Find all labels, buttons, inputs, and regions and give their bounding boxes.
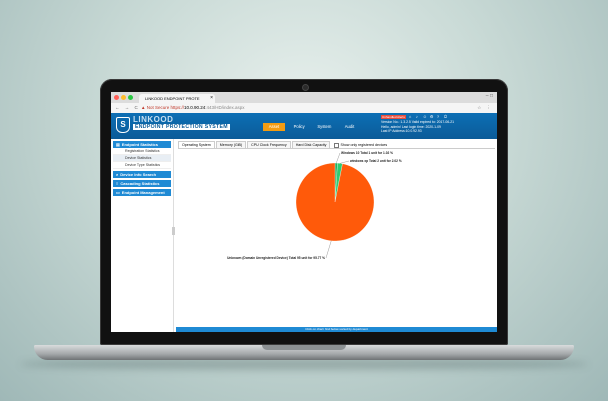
nav-asset[interactable]: Asset [263, 123, 285, 131]
app-body: ▤ Endpoint Statistics Registration Statis… [111, 139, 497, 332]
sidebar-item-label: Cascading Statistics [120, 181, 160, 186]
sidebar-subitem-registration[interactable]: Registration Statistics [113, 148, 171, 155]
main-content: Operating System Memory (GiB) CPU Clock Fr… [176, 139, 497, 332]
checkbox-box[interactable] [334, 142, 340, 148]
app-window: S LINKOOD ENDPOINT PROTECTION SYSTEM Ass… [111, 113, 497, 332]
ip-info: Last IP Address:10.0.92.93 [381, 128, 422, 133]
bell-icon[interactable]: ♪ [416, 115, 420, 119]
tab-hard-disk[interactable]: Hard Disk Capacity [291, 141, 331, 148]
sidebar-item-label: Endpoint Statistics [121, 142, 159, 147]
url-protocol: https:// [170, 105, 184, 110]
sidebar-collapse-handle[interactable] [172, 227, 175, 235]
nav-buttons[interactable]: ← → C [115, 103, 140, 113]
nav-policy[interactable]: Policy [288, 123, 310, 131]
sidebar: ▤ Endpoint Statistics Registration Statis… [111, 139, 174, 332]
pie-label-2: Unknown (Domain Unregistered Device) Tot… [227, 256, 325, 260]
pie-label-1: windows xp Total 2 unit for 2.02 % [349, 159, 402, 163]
brand-subtitle: ENDPOINT PROTECTION SYSTEM [133, 124, 230, 130]
tab-cpu-clock[interactable]: CPU Clock Frequency [247, 141, 291, 148]
top-nav: Asset Policy System Audit [263, 123, 363, 131]
browser-tab[interactable]: LINKOOD ENDPOINT PROTE × [139, 94, 215, 103]
bookmark-menu-icons[interactable]: ☆ ⋮ [477, 103, 493, 113]
logout-icon[interactable]: ⏻ [444, 115, 448, 119]
pie-slice-2[interactable] [295, 162, 375, 242]
camera-icon [302, 84, 309, 91]
gear-icon[interactable]: ⚙ [430, 115, 434, 119]
monitor-icon: ▭ [116, 190, 120, 195]
sidebar-item-endpoint-statistics[interactable]: ▤ Endpoint Statistics [113, 141, 171, 148]
browser-tabbar: LINKOOD ENDPOINT PROTE × – □ [111, 92, 497, 103]
base-notch [262, 345, 346, 350]
home-icon[interactable]: ⌂ [409, 115, 413, 119]
chart-icon: ▤ [116, 142, 120, 147]
maximize-window-icon[interactable] [128, 95, 133, 100]
window-controls[interactable]: – □ [486, 93, 493, 99]
sidebar-subitem-device[interactable]: Device Statistics [113, 155, 171, 162]
shield-logo-icon: S [116, 117, 130, 133]
sidebar-item-endpoint-management[interactable]: ▭ Endpoint Management [113, 189, 171, 196]
cascade-icon: ≡ [116, 181, 119, 186]
tab-operating-system[interactable]: Operating System [178, 141, 215, 148]
search-icon: ⌕ [116, 172, 119, 177]
sidebar-item-label: Endpoint Management [121, 190, 165, 195]
app-header: S LINKOOD ENDPOINT PROTECTION SYSTEM Ass… [111, 113, 497, 139]
sidebar-subitem-device-type[interactable]: Device Type Statistics [113, 162, 171, 169]
tab-close-icon[interactable]: × [210, 94, 213, 103]
sidebar-item-cascading-statistics[interactable]: ≡ Cascading Statistics [113, 180, 171, 187]
alerts-badge[interactable]: Unhandled Alerts [381, 115, 406, 120]
sidebar-item-device-info-search[interactable]: ⌕ Device Info Search [113, 171, 171, 178]
laptop-screen: LINKOOD ENDPOINT PROTE × – □ ← → C ▲ Not… [111, 92, 497, 332]
os-pie-chart: Windows 10 Total 1 unit for 1.02 % window… [227, 151, 402, 260]
pie-leader-0 [336, 152, 341, 164]
url-field[interactable]: ▲ Not Secure https://10.0.90.24:443/HD/i… [141, 103, 245, 113]
header-info: Unhandled Alerts ⌂ ♪ ☺ ⚙ ? ⏻ Version No.… [381, 115, 493, 133]
user-icon[interactable]: ☺ [423, 115, 427, 119]
close-window-icon[interactable] [114, 95, 119, 100]
sidebar-item-label: Device Info Search [120, 172, 157, 177]
checkbox-label: Show only registered devices [340, 143, 388, 147]
footer-bar: Click on chart: find below sorted by dep… [176, 327, 497, 332]
tab-memory[interactable]: Memory (GiB) [215, 141, 247, 148]
pie-leader-2 [325, 240, 332, 259]
browser-tab-title: LINKOOD ENDPOINT PROTE [145, 96, 200, 101]
laptop-lid: LINKOOD ENDPOINT PROTE × – □ ← → C ▲ Not… [100, 79, 508, 345]
stat-tabs: Operating System Memory (GiB) CPU Clock Fr… [178, 141, 497, 148]
chart-area: Windows 10 Total 1 unit for 1.02 % window… [178, 148, 495, 323]
nav-audit[interactable]: Audit [339, 123, 361, 131]
pie-label-0: Windows 10 Total 1 unit for 1.02 % [341, 151, 393, 155]
pie-leader-1 [339, 160, 350, 164]
brand-name: LINKOOD [133, 115, 174, 124]
nav-system[interactable]: System [313, 123, 335, 131]
help-icon[interactable]: ? [437, 115, 441, 119]
url-host: 10.0.90.24 [184, 105, 206, 110]
not-secure-label: ▲ Not Secure [141, 105, 170, 110]
laptop-base [34, 345, 574, 360]
minimize-window-icon[interactable] [121, 95, 126, 100]
url-path: :443/HD/index.aspx [205, 105, 245, 110]
